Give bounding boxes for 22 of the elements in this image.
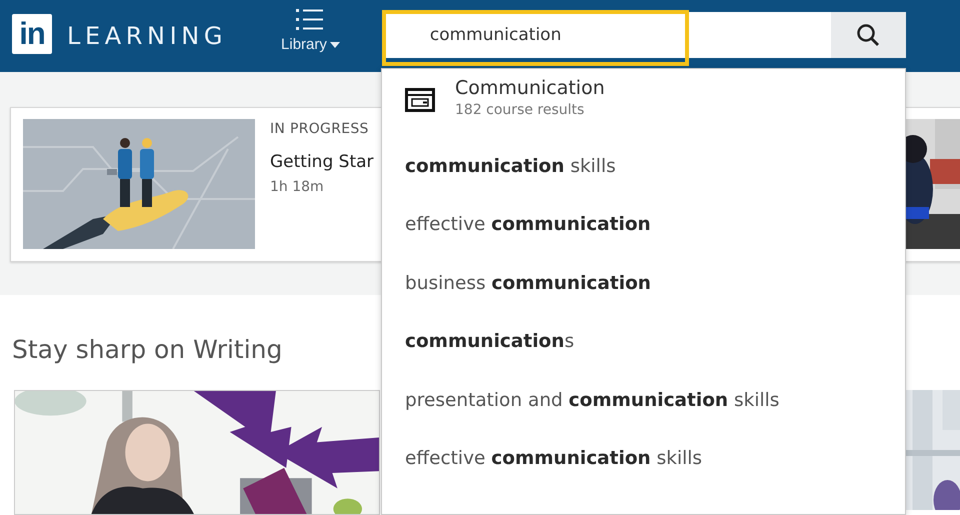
- logo-mark[interactable]: in: [12, 14, 52, 54]
- list-icon: [296, 8, 324, 32]
- result-count: 182 course results: [455, 102, 586, 118]
- course-card[interactable]: [904, 107, 960, 262]
- course-duration: 1h 18m: [270, 179, 324, 195]
- search-suggestion[interactable]: business communication: [382, 270, 651, 330]
- search-suggestion[interactable]: communications: [382, 329, 574, 388]
- logo-wordmark: LEARNING: [67, 21, 228, 51]
- library-menu[interactable]: Library: [277, 6, 344, 55]
- course-icon: [405, 88, 435, 112]
- section-heading: Stay sharp on Writing: [12, 335, 282, 364]
- search-icon: [856, 23, 880, 47]
- search-suggestion[interactable]: effective communication: [382, 212, 651, 271]
- progress-status: IN PROGRESS: [270, 121, 369, 137]
- search-suggestion[interactable]: presentation and communication skills: [382, 388, 780, 446]
- search-button[interactable]: [830, 12, 906, 58]
- course-title[interactable]: Getting Star: [270, 152, 374, 172]
- search-suggestion[interactable]: communication skills: [382, 154, 616, 212]
- search-suggestion[interactable]: effective communication skills: [382, 446, 702, 504]
- result-title: Communication: [455, 77, 605, 99]
- top-result[interactable]: Communication 182 course results: [382, 69, 905, 125]
- caret-icon: [330, 42, 340, 48]
